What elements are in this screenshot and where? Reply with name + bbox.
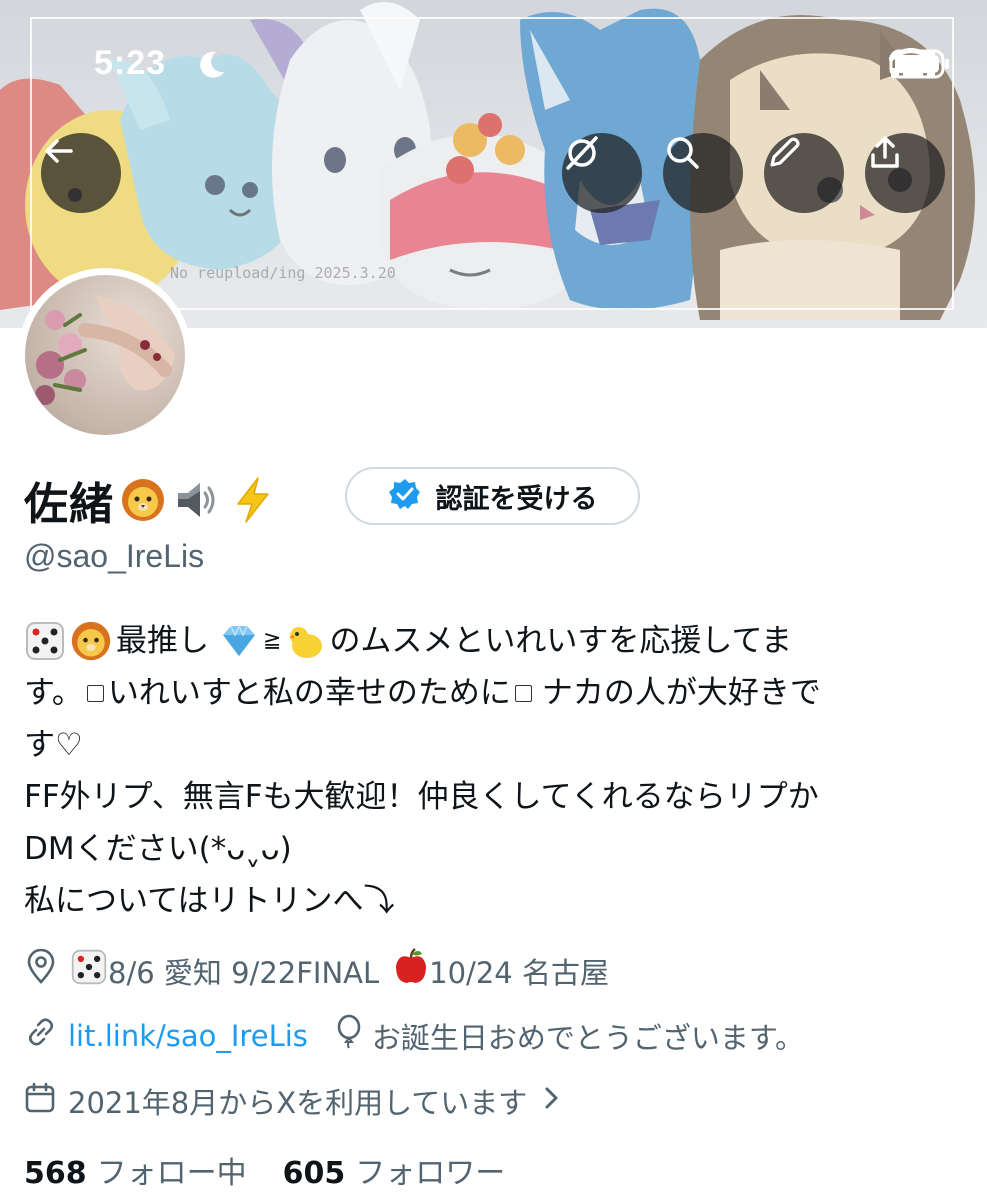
following-link[interactable]: 568 フォロー中: [24, 1148, 247, 1192]
chick-emoji-icon: [285, 622, 325, 660]
bio-line-2: す。 いれいすと私の幸せのために ナカの人が大好きで: [24, 667, 969, 719]
verified-badge-icon: [388, 477, 422, 515]
bio-line-5: DMください(*ᴗˬᴗ): [24, 831, 292, 867]
lion-emoji-icon: [120, 477, 166, 523]
bio-separator: ≧: [263, 628, 282, 653]
back-button[interactable]: [41, 133, 121, 213]
banner-watermark: No reupload/ing 2025.3.20: [170, 264, 396, 282]
user-handle: @sao_IreLis: [24, 538, 205, 574]
display-name-row: 佐緒: [24, 468, 276, 532]
dice-emoji-icon: [70, 948, 108, 993]
followers-link[interactable]: 605 フォロワー: [283, 1148, 506, 1192]
profile-bio: 最推し ≧ のムスメといれいすを応援してま す。 いれいすと私の幸せのために ナ…: [24, 615, 969, 927]
follow-counts: 568 フォロー中 605 フォロワー: [24, 1148, 505, 1192]
bio-line-6: 私についてはリトリンへ⤵: [24, 883, 395, 919]
joined-text: 2021年8月からXを利用しています: [68, 1086, 528, 1120]
following-count: 568: [24, 1156, 87, 1191]
get-verified-button[interactable]: 認証を受ける: [345, 467, 640, 525]
dice-emoji-icon: [24, 620, 66, 662]
search-button[interactable]: [663, 133, 743, 213]
display-name: 佐緒: [24, 479, 114, 530]
grok-button[interactable]: [562, 133, 642, 213]
bio-line-4: FF外リプ、無言Fも大歓迎！仲良くしてくれるならリプか: [24, 779, 819, 815]
bio-text-favorite: 最推し: [116, 623, 209, 659]
location-pin-icon: [24, 948, 58, 992]
apple-emoji-icon: [393, 948, 429, 993]
get-verified-label: 認証を受ける: [435, 483, 598, 515]
calendar-icon: [24, 1081, 56, 1122]
avatar-image: [25, 275, 185, 435]
bio-line-1: 最推し ≧ のムスメといれいすを応援してま: [24, 615, 969, 667]
chevron-right-icon: [541, 1084, 561, 1119]
website-link[interactable]: lit.link/sao_IreLis: [68, 1019, 308, 1053]
bio-line-3: す♡: [24, 727, 83, 763]
bio-text-line2-c: ナカの人が大好きで: [541, 675, 821, 711]
location-row: 8/6 愛知 9/22FINAL 10/24 名古屋: [24, 948, 609, 993]
followers-count: 605: [282, 1156, 346, 1191]
followers-label: フォロワー: [355, 1156, 506, 1191]
website-birthday-row: lit.link/sao_IreLis お誕生日おめでとうございます。: [24, 1014, 804, 1057]
link-icon: [24, 1015, 58, 1056]
bio-text-line2-b: いれいすと私の幸せのために: [107, 675, 511, 711]
status-time: 5:23: [94, 44, 167, 82]
following-label: フォロー中: [96, 1156, 247, 1191]
location-text: 8/6 愛知 9/22FINAL: [108, 955, 380, 990]
lion-emoji-icon: [70, 620, 112, 662]
birthday-text: お誕生日おめでとうございます。: [371, 1020, 804, 1055]
profile-page: No reupload/ing 2025.3.20 5:23 佐緒 認証を受ける…: [0, 0, 987, 1200]
bio-text-line1-tail: のムスメといれいすを応援してま: [329, 623, 792, 659]
share-button[interactable]: [865, 133, 945, 213]
bio-text-line2-a: す。: [24, 675, 83, 711]
edit-button[interactable]: [764, 133, 844, 213]
small-dice-icon: [514, 684, 532, 702]
gem-emoji-icon: [219, 623, 259, 659]
balloon-icon: [334, 1014, 364, 1057]
location-text-tail: 10/24 名古屋: [429, 955, 609, 990]
lightning-emoji-icon: [230, 476, 276, 524]
joined-row[interactable]: 2021年8月からXを利用しています: [24, 1080, 561, 1122]
speaker-emoji-icon: [172, 477, 218, 523]
small-dice-icon: [86, 684, 104, 702]
profile-avatar[interactable]: [18, 268, 192, 442]
